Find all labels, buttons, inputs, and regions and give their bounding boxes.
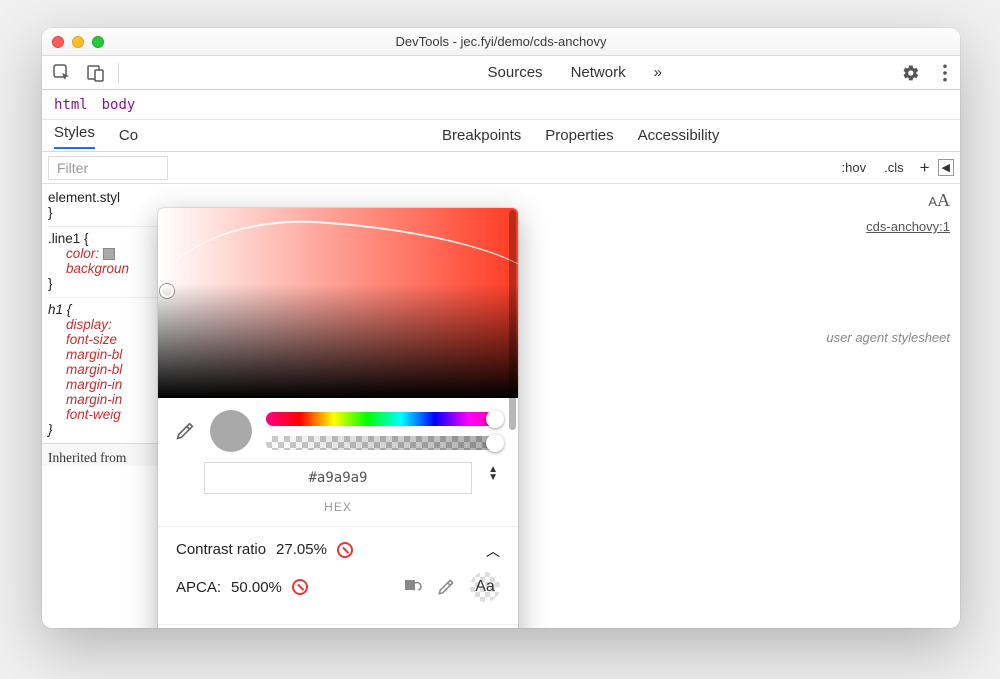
styles-content: element.styl } .line1 { color: backgroun… [42, 184, 960, 628]
computed-toggle-icon[interactable]: ◀ [938, 159, 954, 176]
zoom-window-button[interactable] [92, 36, 104, 48]
sliders [266, 412, 502, 450]
fail-icon [292, 579, 308, 595]
text-preview-icon: Aa [470, 572, 500, 602]
devtools-window: DevTools - jec.fyi/demo/cds-anchovy Elem… [42, 28, 960, 628]
saturation-area[interactable] [158, 208, 518, 398]
hue-thumb[interactable] [486, 410, 504, 428]
source-link[interactable]: cds-anchovy:1 [826, 219, 950, 234]
color-cursor[interactable] [160, 284, 174, 298]
tab-accessibility[interactable]: Accessibility [638, 127, 720, 144]
fail-icon [337, 542, 353, 558]
tab-properties[interactable]: Properties [545, 127, 613, 144]
color-picker: ▲▼ HEX ︿ Contrast ratio 27.05% APCA: 50.… [158, 208, 518, 628]
palette-row: ▲▼ [158, 624, 518, 628]
separator [118, 63, 119, 83]
more-tabs-icon[interactable]: » [654, 60, 662, 85]
hue-slider[interactable] [266, 412, 502, 426]
picker-scrollbar[interactable] [509, 210, 516, 628]
cls-toggle[interactable]: .cls [876, 156, 912, 179]
picker-controls-row [158, 398, 518, 456]
titlebar: DevTools - jec.fyi/demo/cds-anchovy [42, 28, 960, 56]
settings-icon[interactable] [902, 64, 920, 82]
kebab-menu-icon[interactable] [938, 64, 952, 82]
tab-network[interactable]: Network [571, 60, 626, 85]
panel-tabs: Elements Sources Network » [137, 60, 892, 85]
tab-sources[interactable]: Sources [488, 60, 543, 85]
hex-row: ▲▼ HEX [158, 456, 518, 516]
crumb-html[interactable]: html [54, 97, 88, 113]
collapse-icon[interactable]: ︿ [486, 541, 500, 561]
hex-label: HEX [204, 500, 472, 514]
toolbar-right [902, 64, 952, 82]
rule-sources: AAAA cds-anchovy:1 user agent stylesheet [826, 190, 950, 345]
user-agent-label: user agent stylesheet [826, 330, 950, 345]
contrast-ratio-row: Contrast ratio 27.05% [176, 541, 500, 558]
device-toolbar-icon[interactable] [84, 61, 108, 85]
dom-breadcrumb: html body [42, 90, 960, 120]
window-title: DevTools - jec.fyi/demo/cds-anchovy [42, 34, 960, 49]
main-toolbar: Elements Sources Network » [42, 56, 960, 90]
inspect-icon[interactable] [50, 61, 74, 85]
hov-toggle[interactable]: :hov [834, 156, 875, 179]
current-color-preview [210, 410, 252, 452]
font-preview-icon[interactable]: AAAA [826, 190, 950, 211]
tab-breakpoints[interactable]: Breakpoints [442, 127, 521, 144]
crumb-body[interactable]: body [102, 97, 136, 113]
styles-options: :hov .cls + ◀ [834, 156, 960, 179]
styles-toolbar: Filter :hov .cls + ◀ [42, 152, 960, 184]
window-controls [52, 36, 104, 48]
tab-styles[interactable]: Styles [54, 124, 95, 149]
tab-computed-cut[interactable]: Co [119, 127, 138, 144]
contrast-section: ︿ Contrast ratio 27.05% APCA: 50.00% [158, 526, 518, 624]
hex-input[interactable] [204, 462, 472, 494]
bg-eyedropper-icon[interactable] [436, 577, 456, 597]
color-swatch[interactable] [103, 248, 115, 260]
alpha-thumb[interactable] [486, 434, 504, 452]
format-spin[interactable]: ▲▼ [488, 466, 498, 482]
minimize-window-button[interactable] [72, 36, 84, 48]
apca-row: APCA: 50.00% Aa [176, 572, 500, 602]
rule-element-style[interactable]: element.styl [48, 190, 182, 205]
swap-bg-icon[interactable] [402, 577, 422, 597]
new-rule-button[interactable]: + [914, 158, 936, 178]
sidebar-tabs: Styles Co Breakpoints Properties Accessi… [42, 120, 960, 152]
eyedropper-icon[interactable] [174, 420, 196, 442]
alpha-slider[interactable] [266, 436, 502, 450]
styles-filter-input[interactable]: Filter [48, 156, 168, 180]
close-window-button[interactable] [52, 36, 64, 48]
